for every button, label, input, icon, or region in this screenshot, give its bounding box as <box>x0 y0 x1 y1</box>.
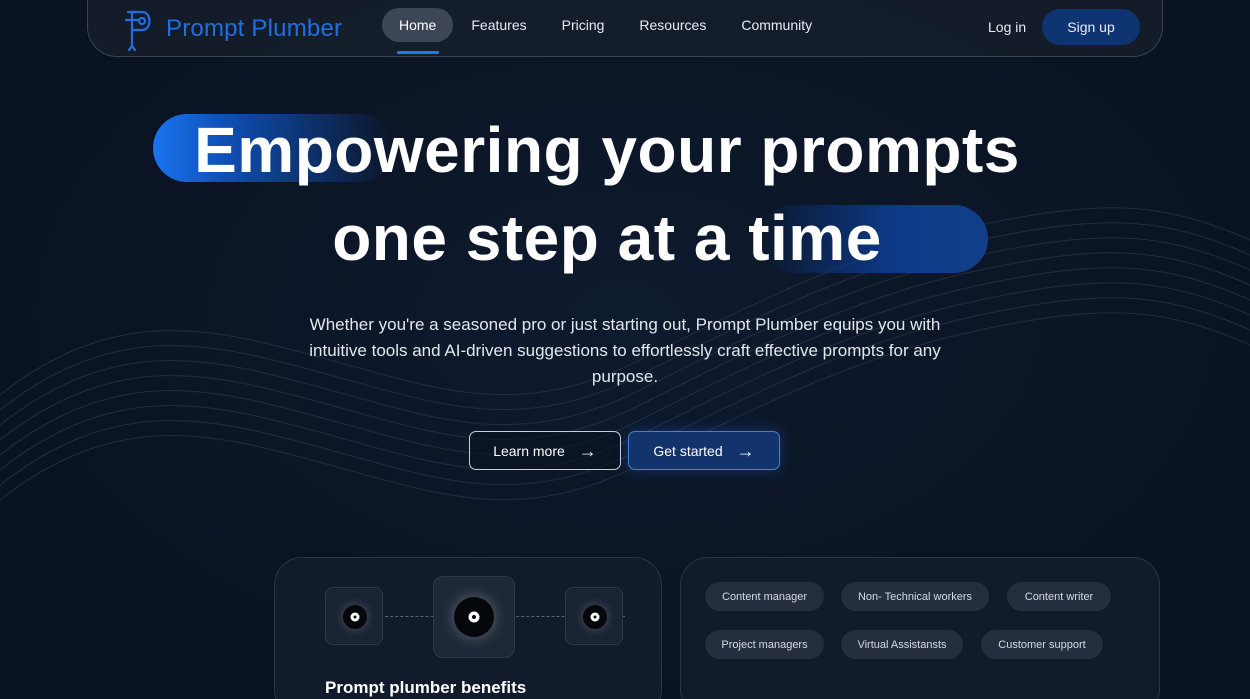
nav-link-resources[interactable]: Resources <box>622 8 723 42</box>
node-dot-icon <box>583 605 607 629</box>
node-dot-icon <box>454 597 494 637</box>
brand-name: Prompt Plumber <box>166 15 343 42</box>
step-node-left <box>325 587 383 645</box>
login-link[interactable]: Log in <box>988 19 1026 35</box>
step-node-right <box>565 587 623 645</box>
hero-title-line1: Empowering your prompts <box>194 114 1020 186</box>
benefits-card: Prompt plumber benefits <box>274 557 662 699</box>
hero-title-line2: one step at a time <box>332 202 882 274</box>
node-dot-icon <box>343 605 367 629</box>
audience-card: Content manager Non- Technical workers C… <box>680 557 1160 699</box>
brand-logo[interactable]: Prompt Plumber <box>122 6 342 52</box>
landing-page: Prompt Plumber Home Features Pricing Res… <box>0 0 1250 699</box>
learn-more-button[interactable]: Learn more → <box>469 431 621 470</box>
chip-virtual-assistants[interactable]: Virtual Assistansts <box>841 630 963 659</box>
chip-content-manager[interactable]: Content manager <box>705 582 824 611</box>
nav-link-community[interactable]: Community <box>724 8 829 42</box>
benefits-title: Prompt plumber benefits <box>325 678 527 697</box>
chip-non-technical-workers[interactable]: Non- Technical workers <box>841 582 989 611</box>
nav-link-home[interactable]: Home <box>382 8 454 42</box>
learn-more-label: Learn more <box>493 442 565 459</box>
get-started-button[interactable]: Get started → <box>628 431 780 470</box>
nav-link-features[interactable]: Features <box>454 8 543 42</box>
active-tab-indicator <box>397 51 439 54</box>
top-navbar: Prompt Plumber Home Features Pricing Res… <box>87 0 1163 57</box>
step-node-center <box>433 576 515 658</box>
get-started-label: Get started <box>653 442 723 459</box>
chip-project-managers[interactable]: Project managers <box>705 630 824 659</box>
arrow-right-icon: → <box>578 440 597 461</box>
chip-content-writer[interactable]: Content writer <box>1007 582 1111 611</box>
p-pipe-logo-icon <box>124 10 151 52</box>
hero-subtitle: Whether you're a seasoned pro or just st… <box>309 315 941 386</box>
arrow-right-icon: → <box>736 440 755 461</box>
nav-links: Home Features Pricing Resources Communit… <box>382 8 830 42</box>
nav-link-pricing[interactable]: Pricing <box>545 8 622 42</box>
chip-customer-support[interactable]: Customer support <box>981 630 1103 659</box>
signup-button[interactable]: Sign up <box>1042 9 1140 45</box>
